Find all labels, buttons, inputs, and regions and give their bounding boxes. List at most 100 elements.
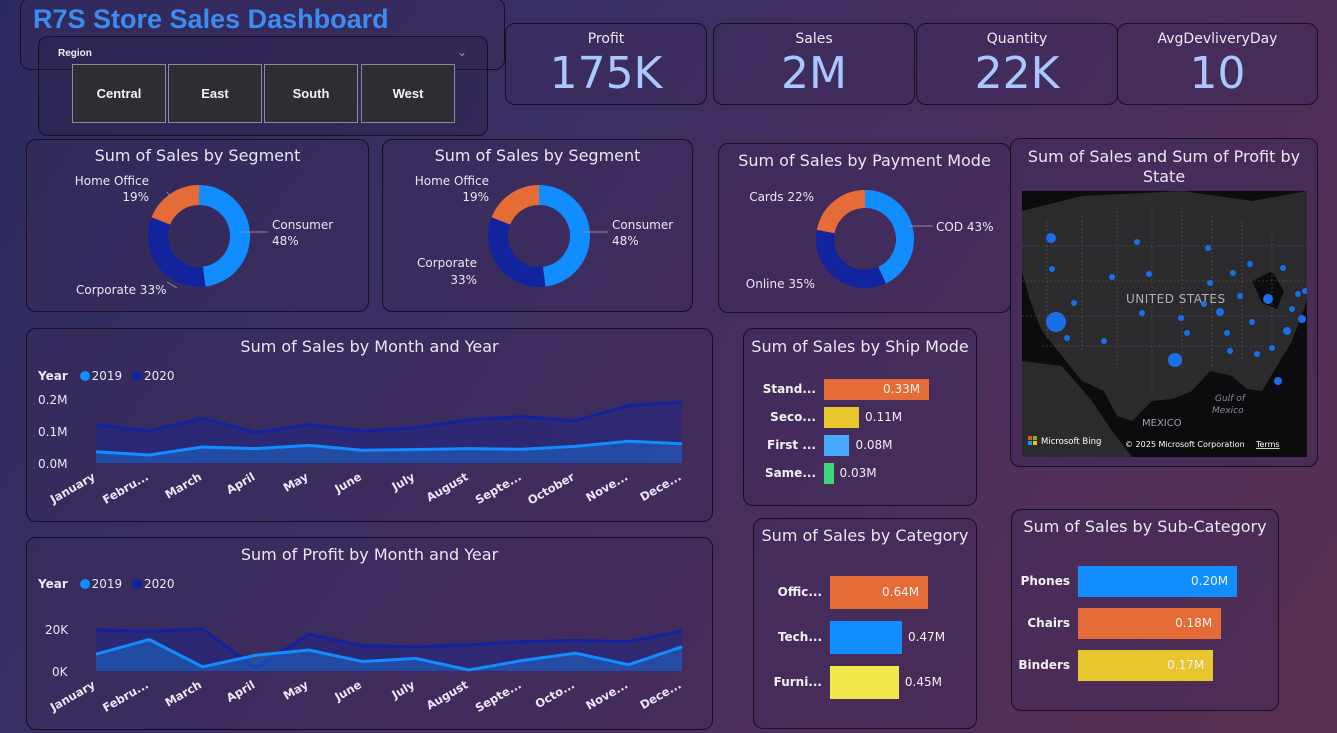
y-tick: 20K	[45, 623, 69, 637]
bar[interactable]	[824, 407, 859, 428]
y-tick: 0.1M	[38, 425, 67, 439]
x-tick-label: June	[331, 469, 364, 496]
category-card: Sum of Sales by Category Offic... 0.64M Te…	[753, 518, 977, 729]
x-tick-label: Octo...	[533, 677, 577, 711]
kpi-label: Profit	[587, 31, 625, 47]
state-bubble	[1280, 265, 1286, 271]
state-bubble	[1139, 310, 1145, 316]
state-bubble	[1184, 330, 1190, 336]
state-bubble	[1071, 300, 1077, 306]
label-consumer-pct: 48%	[612, 234, 639, 248]
x-tick-label: Septe...	[473, 469, 524, 506]
slicer-option-central[interactable]: Central	[72, 64, 166, 123]
state-bubble	[1101, 338, 1107, 344]
bing-attribution: Microsoft Bing	[1041, 437, 1101, 447]
label-consumer: Consumer	[612, 218, 673, 232]
bar-value-label: 0.08M	[855, 437, 893, 452]
kpi-label: Quantity	[986, 31, 1048, 47]
slicer-label: Region	[58, 48, 92, 59]
slicer-option-east[interactable]: East	[168, 64, 262, 123]
hbar-chart: Phones 0.20M Chairs 0.18M Binders 0.17M	[1012, 510, 1280, 712]
area-sales-card: Sum of Sales by Month and Year Year 2019…	[26, 328, 713, 522]
slicer-option-south[interactable]: South	[264, 64, 358, 123]
state-bubble	[1269, 345, 1275, 351]
kpi-avg-delivery-day: AvgDevliveryDay 10	[1117, 23, 1318, 105]
bar[interactable]	[824, 463, 834, 484]
slice-home-office	[151, 185, 200, 226]
x-tick-label: January	[47, 677, 98, 715]
x-tick-label: January	[47, 469, 98, 507]
y-tick: 0K	[52, 665, 69, 679]
bar-value-label: 0.17M	[1167, 657, 1205, 672]
kpi-value: 22K	[974, 48, 1060, 99]
bar-value-label: 0.64M	[882, 584, 920, 599]
bar-label: Chairs	[1027, 615, 1070, 630]
bar-label: Binders	[1018, 657, 1070, 672]
state-bubble	[1201, 301, 1207, 307]
kpi-profit: Profit 175K	[505, 23, 707, 105]
state-bubble	[1146, 271, 1152, 277]
donut-slices	[488, 185, 590, 287]
kpi-value: 175K	[549, 48, 663, 99]
y-tick: 0.2M	[38, 393, 67, 407]
bar-label: Stand...	[762, 381, 816, 396]
state-bubble	[1224, 330, 1230, 336]
chart-title-line1: Sum of Sales and Sum of Profit by	[1027, 147, 1301, 166]
x-tick-label: March	[162, 677, 204, 709]
donut-chart-svg: Home Office 19% Consumer 48% Corporate 3…	[415, 174, 674, 287]
donut-chart-svg: Home Office 19% Consumer 48% Corporate 3…	[75, 174, 334, 297]
x-tick-label: March	[162, 469, 204, 501]
kpi-sales: Sales 2M	[713, 23, 915, 105]
slice-corporate	[488, 217, 546, 287]
x-tick-label: October	[525, 469, 577, 507]
state-bubble	[1109, 274, 1115, 280]
x-tick-label: July	[389, 469, 418, 494]
label-home-office-pct: 19%	[462, 190, 489, 204]
x-tick-label: Dece...	[637, 677, 683, 712]
x-tick-label: Septe...	[473, 677, 524, 714]
label-corporate: Corporate 33%	[76, 283, 166, 297]
map-copyright: © 2025 Microsoft Corporation	[1125, 440, 1245, 449]
state-bubble	[1049, 266, 1055, 272]
state-bubble	[1230, 270, 1236, 276]
slicer-option-west[interactable]: West	[361, 64, 455, 123]
slice-home-office	[491, 185, 540, 226]
slice-online	[816, 229, 886, 288]
bar[interactable]	[830, 621, 902, 654]
kpi-value: 10	[1189, 48, 1246, 99]
area-profit-card: Sum of Profit by Month and Year Year 201…	[26, 537, 713, 730]
x-axis-labels: January Febru... March April May June July Augu…	[47, 677, 684, 715]
slice-consumer	[198, 185, 250, 287]
x-tick-label: Nove...	[583, 677, 630, 712]
bar[interactable]	[830, 666, 899, 699]
donut-slices	[148, 185, 250, 287]
x-tick-label: April	[224, 469, 258, 496]
area-chart-svg: 20K 0K January Febru... March April May June J…	[45, 623, 684, 715]
donut-segment-1: Sum of Sales by Segment Home Office 19% …	[26, 139, 369, 312]
x-tick-label: August	[424, 469, 471, 504]
bar-value-label: 0.11M	[865, 409, 903, 424]
bar-label: Furni...	[773, 674, 822, 689]
state-bubble	[1247, 261, 1253, 267]
donut-payment-mode: Sum of Sales by Payment Mode Cards 22% C…	[718, 143, 1011, 313]
slice-cod	[864, 190, 914, 284]
label-corporate-pct: 33%	[450, 273, 477, 287]
bar[interactable]	[824, 435, 850, 456]
x-axis-labels: January Febru... March April May June July Augu…	[47, 469, 684, 507]
label-online: Online 35%	[746, 277, 815, 291]
map-label-gulf-2: Mexico	[1212, 406, 1244, 416]
label-consumer: Consumer	[272, 218, 333, 232]
chevron-down-icon[interactable]: ⌄	[457, 45, 467, 59]
map-card: Sum of Sales and Sum of Profit by State …	[1010, 138, 1318, 467]
bar-value-label: 0.03M	[839, 465, 877, 480]
slice-cards	[816, 190, 866, 234]
map-label-gulf: Gulf of	[1215, 394, 1247, 404]
donut-slices	[816, 190, 914, 288]
state-bubble	[1178, 315, 1184, 321]
kpi-label: AvgDevliveryDay	[1157, 31, 1278, 47]
state-bubble	[1046, 233, 1056, 243]
x-tick-label: Dece...	[637, 469, 683, 504]
chart-title-line2: State	[1142, 167, 1186, 186]
state-bubble	[1249, 319, 1255, 325]
map-view[interactable]: UNITED STATES MEXICO Gulf of Mexico Micr…	[1022, 191, 1307, 457]
